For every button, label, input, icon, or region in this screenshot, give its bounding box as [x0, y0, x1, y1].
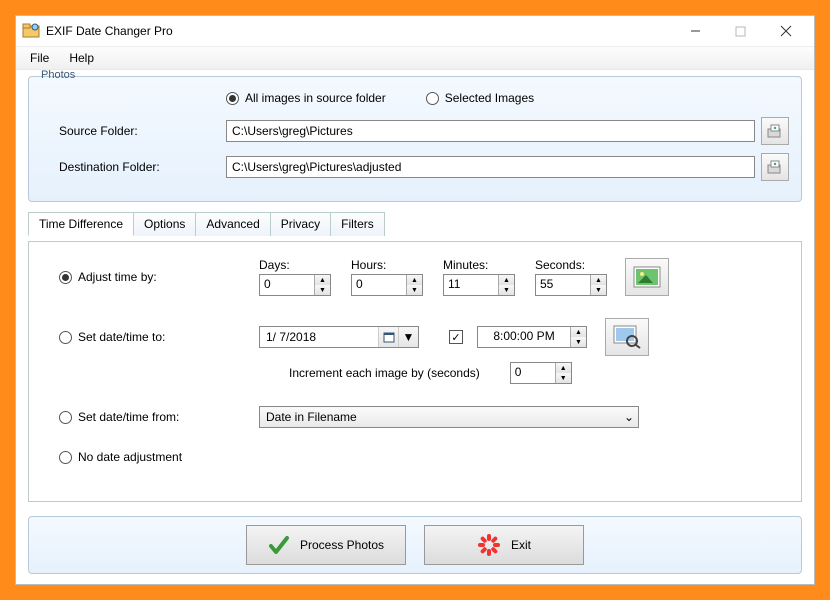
days-caption: Days: — [259, 258, 331, 272]
menu-file[interactable]: File — [30, 51, 49, 65]
no-adjustment-label: No date adjustment — [78, 450, 182, 464]
app-window: EXIF Date Changer Pro File Help Photos A… — [15, 15, 815, 585]
destination-folder-input[interactable] — [226, 156, 755, 178]
seconds-spinner[interactable]: 55▲▼ — [535, 274, 607, 296]
minutes-caption: Minutes: — [443, 258, 515, 272]
time-enable-checkbox[interactable]: ✓ — [449, 330, 463, 344]
process-label: Process Photos — [300, 538, 384, 552]
window-title: EXIF Date Changer Pro — [46, 24, 673, 38]
radio-all-label: All images in source folder — [245, 91, 386, 105]
tabs: Time Difference Options Advanced Privacy… — [28, 212, 802, 236]
radio-all-images[interactable]: All images in source folder — [226, 91, 386, 105]
increment-spinner[interactable]: 0▲▼ — [510, 362, 572, 384]
set-from-value: Date in Filename — [266, 410, 357, 424]
titlebar: EXIF Date Changer Pro — [16, 16, 814, 46]
radio-no-adjustment[interactable]: No date adjustment — [59, 450, 182, 464]
app-icon — [22, 22, 40, 40]
radio-adjust-time[interactable]: Adjust time by: — [59, 270, 157, 284]
tab-body: Adjust time by: Days: 0▲▼ Hours: 0▲▼ Min… — [28, 241, 802, 502]
radio-selected-label: Selected Images — [445, 91, 534, 105]
exit-button[interactable]: Exit — [424, 525, 584, 565]
minimize-button[interactable] — [673, 17, 718, 45]
set-from-dropdown[interactable]: Date in Filename ⌄ — [259, 406, 639, 428]
increment-label: Increment each image by (seconds) — [289, 366, 480, 380]
radio-dot-icon — [59, 331, 72, 344]
date-picker[interactable]: 1/ 7/2018 ▼ — [259, 326, 419, 348]
adjust-time-label: Adjust time by: — [78, 270, 157, 284]
date-value: 1/ 7/2018 — [266, 330, 316, 344]
source-folder-label: Source Folder: — [41, 124, 226, 138]
source-browse-button[interactable] — [761, 117, 789, 145]
menu-help[interactable]: Help — [69, 51, 94, 65]
exit-label: Exit — [511, 538, 531, 552]
button-bar: Process Photos Exit — [28, 516, 802, 574]
days-spinner[interactable]: 0▲▼ — [259, 274, 331, 296]
radio-dot-icon — [59, 271, 72, 284]
process-photos-button[interactable]: Process Photos — [246, 525, 406, 565]
maximize-button[interactable] — [718, 17, 763, 45]
preview-photo-button[interactable] — [625, 258, 669, 296]
radio-dot-icon — [59, 451, 72, 464]
photos-group: Photos All images in source folder Selec… — [28, 76, 802, 202]
radio-dot-icon — [59, 411, 72, 424]
set-date-from-label: Set date/time from: — [78, 410, 179, 424]
radio-dot-icon — [426, 92, 439, 105]
hours-spinner[interactable]: 0▲▼ — [351, 274, 423, 296]
tab-privacy[interactable]: Privacy — [270, 212, 331, 236]
source-folder-input[interactable] — [226, 120, 755, 142]
radio-dot-icon — [226, 92, 239, 105]
search-photo-button[interactable] — [605, 318, 649, 356]
tab-filters[interactable]: Filters — [330, 212, 385, 236]
chevron-down-icon: ⌄ — [620, 410, 638, 424]
radio-selected-images[interactable]: Selected Images — [426, 91, 534, 105]
menubar: File Help — [16, 46, 814, 70]
destination-folder-label: Destination Folder: — [41, 160, 226, 174]
calendar-icon — [378, 327, 398, 347]
seconds-caption: Seconds: — [535, 258, 607, 272]
tab-time-difference[interactable]: Time Difference — [28, 212, 134, 236]
set-date-to-label: Set date/time to: — [78, 330, 165, 344]
minutes-spinner[interactable]: 11▲▼ — [443, 274, 515, 296]
time-spinner[interactable]: 8:00:00 PM ▲▼ — [477, 326, 587, 348]
burst-icon — [477, 533, 501, 557]
chevron-down-icon: ▼ — [398, 327, 418, 347]
hours-caption: Hours: — [351, 258, 423, 272]
radio-set-date-to[interactable]: Set date/time to: — [59, 330, 165, 344]
close-button[interactable] — [763, 17, 808, 45]
destination-browse-button[interactable] — [761, 153, 789, 181]
checkmark-icon — [268, 534, 290, 556]
tab-advanced[interactable]: Advanced — [195, 212, 270, 236]
photos-legend: Photos — [39, 69, 77, 81]
tab-options[interactable]: Options — [133, 212, 196, 236]
radio-set-date-from[interactable]: Set date/time from: — [59, 410, 179, 424]
